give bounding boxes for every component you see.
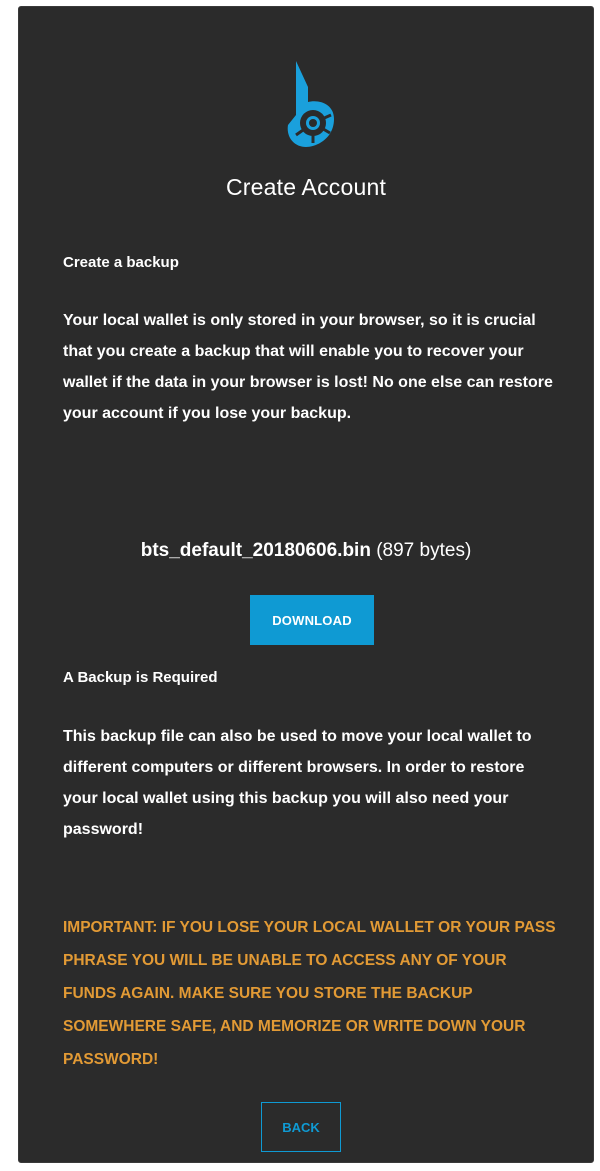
create-account-dialog: Create Account Create a backup Your loca… xyxy=(18,6,594,1163)
dialog-title: Create Account xyxy=(225,174,387,200)
backup-file-size: (897 bytes) xyxy=(376,540,472,561)
backup-file-name: bts_default_20180606.bin xyxy=(140,540,371,561)
backup-file-info: bts_default_20180606.bin (897 bytes) xyxy=(19,540,593,562)
backup-text-part-2: only stored xyxy=(210,312,297,329)
bitshares-logo-icon xyxy=(287,61,334,147)
required-heading: A Backup is Required xyxy=(63,669,218,686)
back-button[interactable]: BACK xyxy=(261,1102,341,1152)
logo xyxy=(19,57,593,152)
backup-text-part-1: Your local wallet is xyxy=(63,312,211,329)
backup-description: Your local wallet is only stored in your… xyxy=(63,305,563,429)
important-warning: IMPORTANT: IF YOU LOSE YOUR LOCAL WALLET… xyxy=(63,919,556,1068)
download-button[interactable]: DOWNLOAD xyxy=(250,595,374,645)
required-description: This backup file can also be used to mov… xyxy=(63,728,532,838)
backup-heading: Create a backup xyxy=(63,254,179,271)
